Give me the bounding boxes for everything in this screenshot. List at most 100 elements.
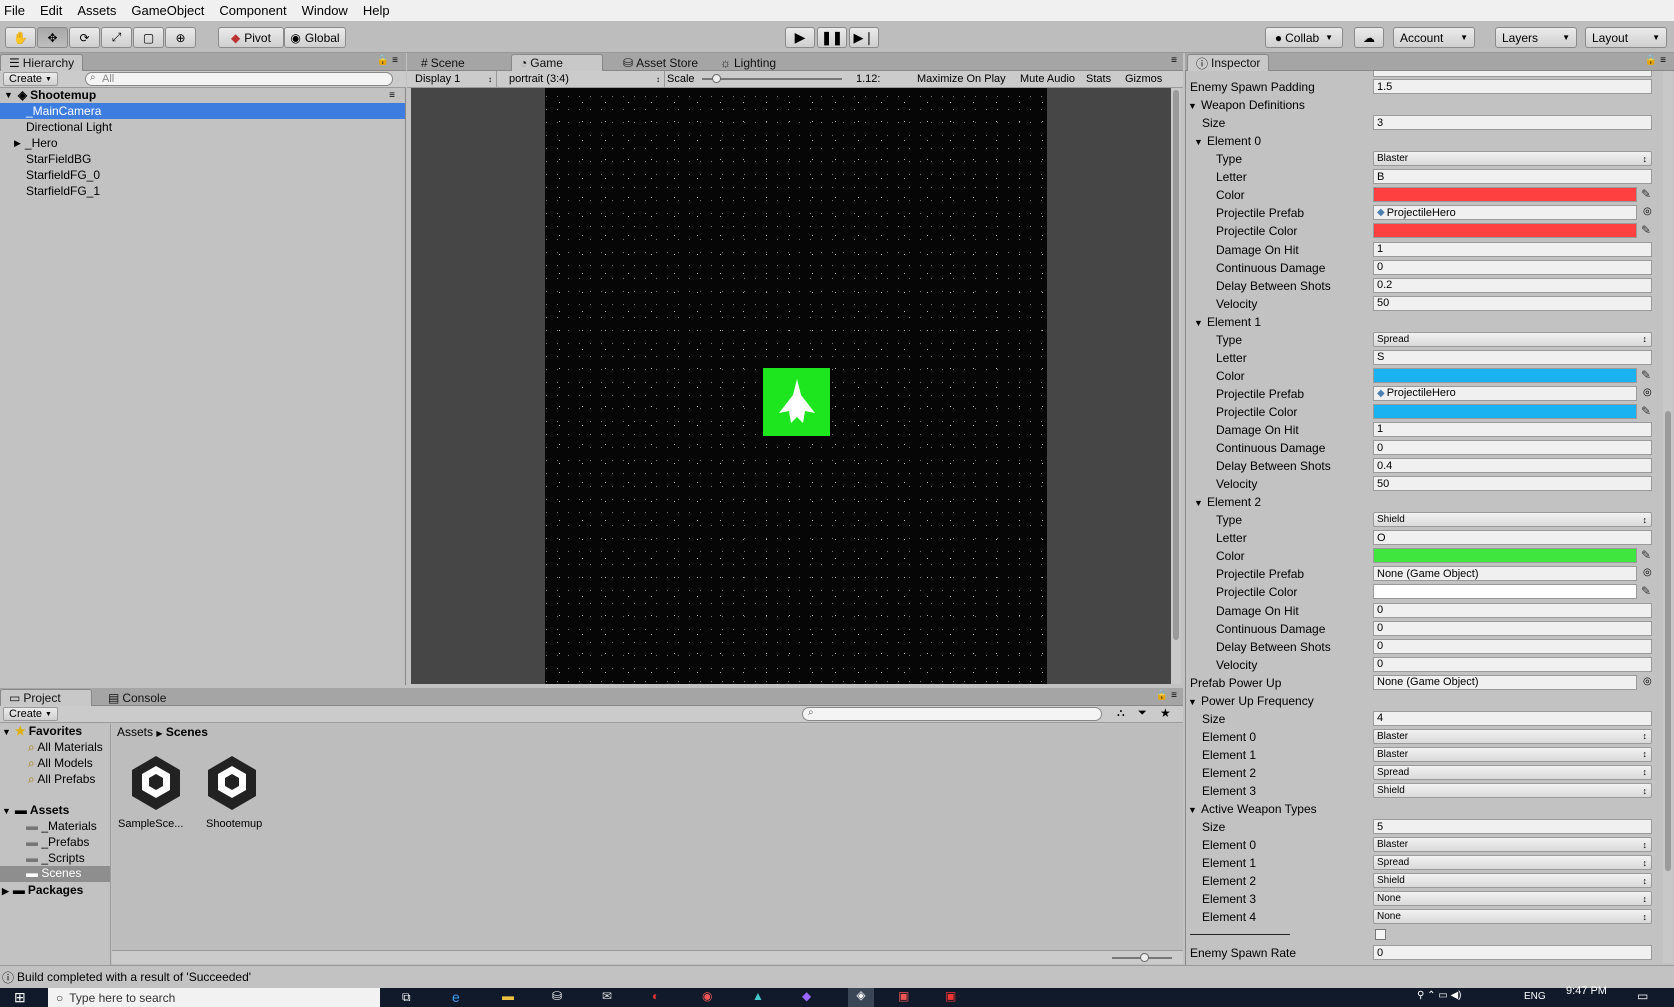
enum-dropdown[interactable]: Shield	[1373, 512, 1652, 528]
eyedropper-icon[interactable]: ✎	[1641, 223, 1651, 237]
fold-open-icon[interactable]: ▼	[1188, 697, 1201, 707]
clock[interactable]: 9:47 PM	[1566, 985, 1607, 997]
menu-assets[interactable]: Assets	[77, 3, 116, 18]
language-indicator[interactable]: ENG	[1524, 991, 1546, 1002]
value-field[interactable]: 4	[1373, 710, 1652, 726]
field-label[interactable]: ▼ Weapon Definitions	[1188, 98, 1305, 112]
fav-item[interactable]: ⌕ All Models	[28, 756, 93, 771]
mute-audio-toggle[interactable]: Mute Audio	[1020, 73, 1075, 85]
account-dropdown[interactable]: Account ▼	[1393, 27, 1475, 48]
enum-dropdown[interactable]: Blaster	[1373, 837, 1652, 853]
fold-open-icon[interactable]: ▼	[1194, 498, 1207, 508]
play-button[interactable]: ▶	[785, 27, 815, 48]
value-field[interactable]: 50	[1373, 476, 1652, 492]
breadcrumb-item[interactable]: Assets	[117, 725, 153, 739]
task-view-icon[interactable]: ⧉	[402, 990, 411, 1005]
color-field[interactable]	[1373, 367, 1637, 383]
object-field[interactable]: ◆ ProjectileHero	[1373, 385, 1637, 401]
filter-type-icon[interactable]: ⛬	[1117, 707, 1125, 720]
fold-open-icon[interactable]: ▼	[1188, 805, 1201, 815]
layout-dropdown[interactable]: Layout ▼	[1585, 27, 1667, 48]
tab-scene[interactable]: # Scene	[413, 54, 473, 71]
value-field[interactable]: B	[1373, 169, 1652, 185]
unity-taskbar-icon[interactable]: ◈	[848, 988, 874, 1007]
object-field[interactable]: ◆ ProjectileHero	[1373, 205, 1637, 221]
visual-studio-icon[interactable]: ◆	[802, 989, 811, 1003]
panel-menu-icon[interactable]: ≡	[1171, 55, 1177, 66]
taskbar-search-input[interactable]: ○ Type here to search	[48, 988, 380, 1007]
value-field[interactable]: 1	[1373, 421, 1652, 437]
hierarchy-search-input[interactable]: All	[85, 72, 393, 86]
rotate-tool-button[interactable]: ⟳	[69, 27, 100, 48]
hierarchy-item[interactable]: StarFieldBG	[0, 151, 405, 167]
tab-asset-store[interactable]: ⛁ Asset Store	[615, 54, 706, 71]
mail-icon[interactable]: ✉	[602, 989, 612, 1003]
layers-dropdown[interactable]: Layers ▼	[1495, 27, 1577, 48]
pause-button[interactable]: ❚❚	[817, 27, 847, 48]
enum-dropdown[interactable]: Blaster	[1373, 746, 1652, 762]
menu-window[interactable]: Window	[302, 3, 348, 18]
app-icon[interactable]: ▲	[752, 989, 764, 1003]
enum-dropdown[interactable]: None	[1373, 909, 1652, 925]
object-picker-icon[interactable]: ◎	[1643, 387, 1652, 398]
object-field[interactable]: None (Game Object)	[1373, 566, 1637, 582]
favorites-row[interactable]: ▼ ★ Favorites	[0, 724, 82, 738]
project-create-button[interactable]: Create ▼	[3, 707, 58, 721]
cloud-button[interactable]: ☁	[1354, 27, 1384, 48]
value-field[interactable]: 0	[1373, 602, 1652, 618]
assets-row[interactable]: ▼ ▬ Assets	[0, 803, 69, 817]
scale-tool-button[interactable]: ⤢	[101, 27, 132, 48]
eyedropper-icon[interactable]: ✎	[1641, 187, 1651, 201]
tab-inspector[interactable]: ⓘ Inspector	[1187, 54, 1270, 71]
value-field[interactable]: 0	[1373, 259, 1652, 275]
app-icon[interactable]: ◐	[652, 989, 659, 1003]
game-scrollbar[interactable]	[1171, 88, 1181, 684]
object-picker-icon[interactable]: ◎	[1643, 567, 1652, 578]
collab-dropdown[interactable]: ● Collab ▼	[1265, 27, 1343, 48]
label-tag-icon[interactable]: ⏷	[1138, 707, 1147, 720]
notifications-icon[interactable]: ▭	[1637, 989, 1648, 1003]
value-field[interactable]: O	[1373, 530, 1652, 546]
scale-slider-track[interactable]	[702, 78, 842, 80]
favorite-star-icon[interactable]: ★	[1160, 706, 1171, 720]
app-icon[interactable]: ▣	[945, 989, 956, 1003]
transform-tool-button[interactable]: ⊕	[165, 27, 196, 48]
value-field[interactable]: 0	[1373, 620, 1652, 636]
hierarchy-item[interactable]: StarfieldFG_0	[0, 167, 405, 183]
tab-game[interactable]: ◔ Game	[511, 54, 603, 71]
asset-folder[interactable]: ▬ _Scripts	[26, 851, 85, 865]
maximize-on-play-toggle[interactable]: Maximize On Play	[917, 73, 1006, 85]
menu-help[interactable]: Help	[363, 3, 390, 18]
move-tool-button[interactable]: ✥	[37, 27, 68, 48]
store-icon[interactable]: ⛁	[552, 989, 562, 1003]
tab-console[interactable]: ▤ Console	[100, 689, 174, 706]
value-field[interactable]: 0	[1373, 440, 1652, 455]
hierarchy-item[interactable]: Directional Light	[0, 119, 405, 135]
enum-dropdown[interactable]: Spread	[1373, 764, 1652, 780]
field-label[interactable]: ▼ Element 0	[1194, 134, 1261, 148]
value-field[interactable]: 50	[1373, 295, 1652, 311]
object-picker-icon[interactable]: ◎	[1643, 206, 1652, 217]
value-field[interactable]: 5	[1373, 819, 1652, 835]
fold-open-icon[interactable]: ▼	[1194, 318, 1207, 328]
object-field[interactable]: None (Game Object)	[1373, 674, 1637, 690]
hierarchy-item[interactable]: _MainCamera	[0, 103, 405, 119]
aspect-select[interactable]: portrait (3:4) ↕	[505, 71, 665, 87]
status-message[interactable]: Build completed with a result of 'Succee…	[17, 970, 251, 984]
inspector-scrollbar[interactable]	[1663, 71, 1673, 963]
menu-edit[interactable]: Edit	[40, 3, 62, 18]
windows-start-icon[interactable]: ⊞	[14, 989, 26, 1006]
field-label[interactable]: ▼ Element 2	[1194, 495, 1261, 509]
value-field[interactable]: 1.5	[1373, 79, 1652, 94]
color-field[interactable]	[1373, 403, 1637, 419]
value-field[interactable]: 0	[1373, 638, 1652, 654]
edge-icon[interactable]: e	[452, 989, 460, 1005]
color-field[interactable]	[1373, 223, 1637, 239]
system-tray-icons[interactable]: ⚲ ⌃ ▭ ◀)	[1417, 990, 1462, 1001]
asset-folder-selected[interactable]: ▬ Scenes	[0, 866, 110, 882]
value-field[interactable]: S	[1373, 349, 1652, 365]
eyedropper-icon[interactable]: ✎	[1641, 584, 1651, 598]
menu-component[interactable]: Component	[219, 3, 286, 18]
object-picker-icon[interactable]: ◎	[1643, 676, 1652, 687]
gizmos-dropdown[interactable]: Gizmos	[1125, 73, 1162, 85]
